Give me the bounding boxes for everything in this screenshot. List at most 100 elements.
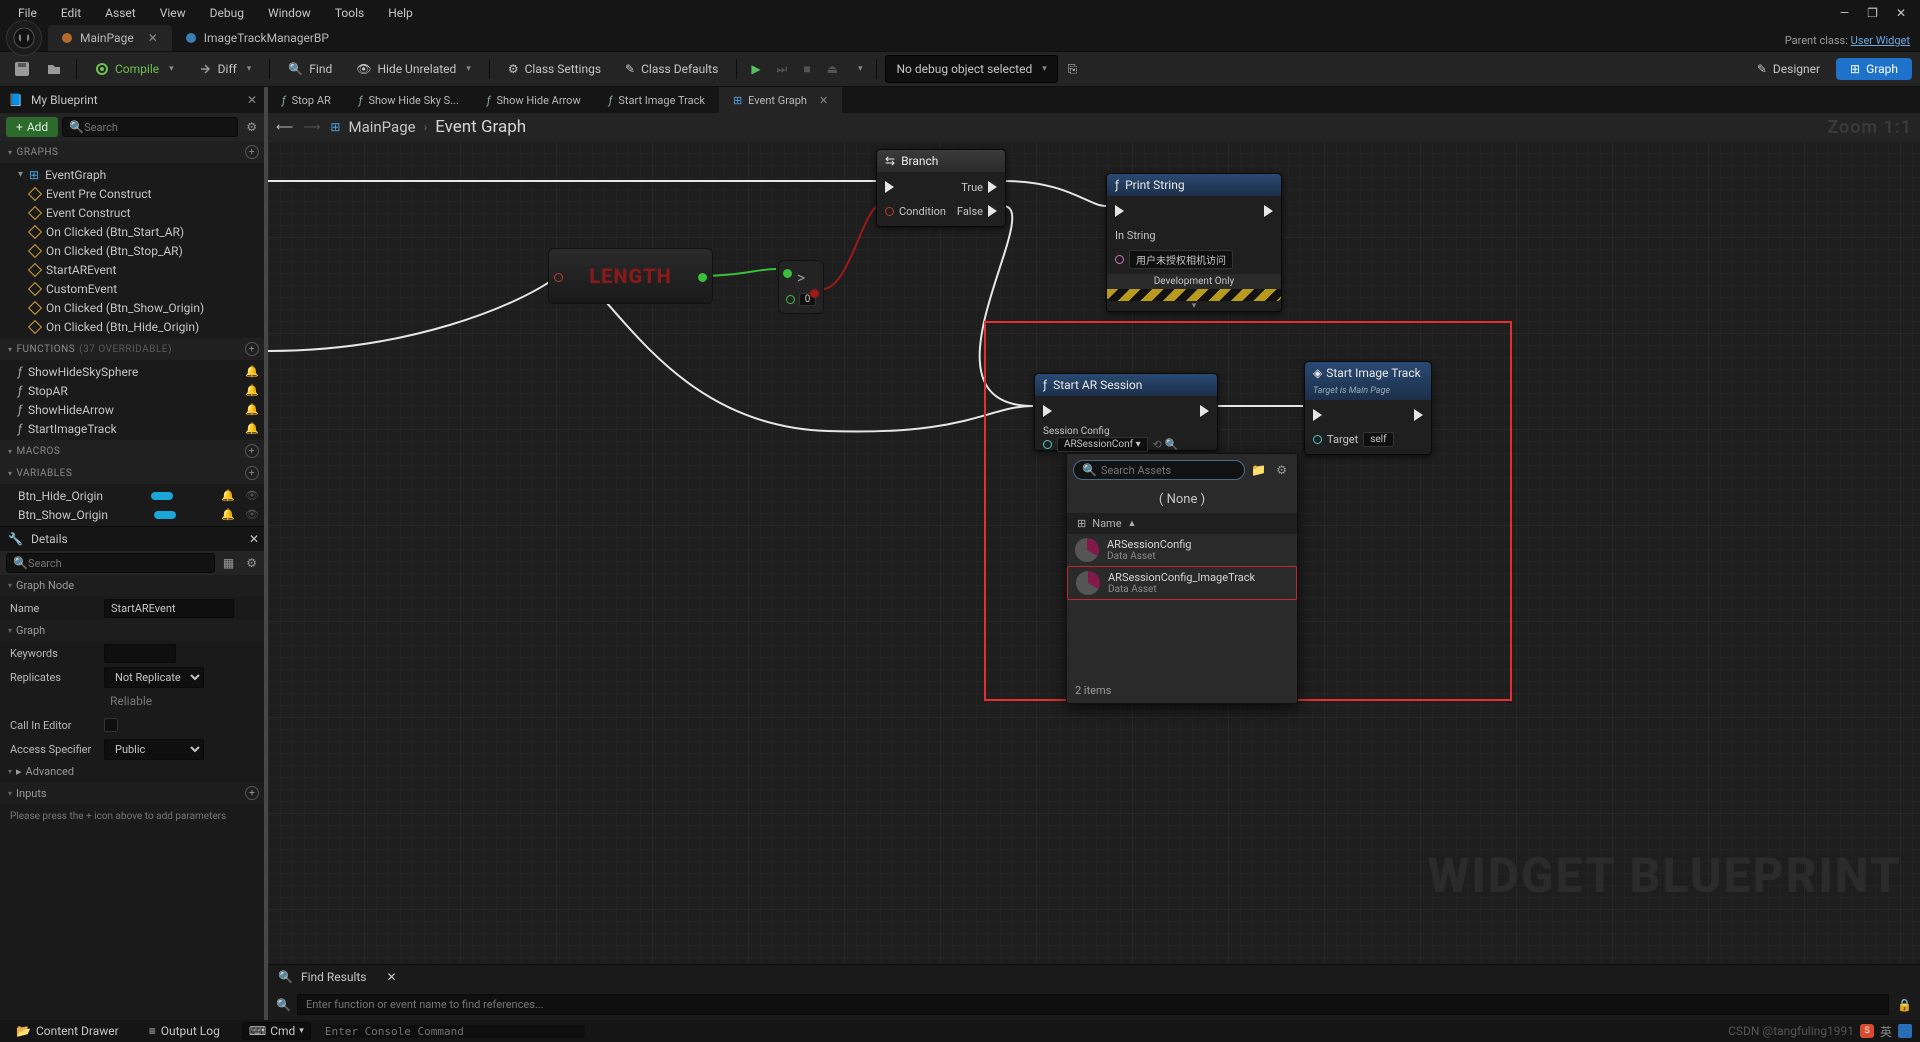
- menu-view[interactable]: View: [148, 2, 198, 24]
- string-value[interactable]: 用户未授权相机访问: [1129, 250, 1233, 269]
- string-pin[interactable]: [1115, 255, 1124, 264]
- play-options[interactable]: [848, 55, 869, 83]
- bell-icon[interactable]: 🔔: [245, 422, 259, 435]
- exec-in-pin[interactable]: [1043, 405, 1052, 417]
- graph-tab[interactable]: ƒShow Hide Sky S...: [345, 87, 473, 113]
- add-graph-icon[interactable]: +: [245, 145, 259, 159]
- tree-var[interactable]: Btn_Hide_Origin🔔👁: [0, 486, 267, 505]
- gear-icon[interactable]: ⚙: [242, 554, 261, 572]
- browse-icon[interactable]: [40, 55, 68, 83]
- data-pin[interactable]: [783, 269, 792, 278]
- menu-debug[interactable]: Debug: [198, 2, 256, 24]
- node-start-image-track[interactable]: ◈Start Image Track Target is Main Page T…: [1304, 361, 1432, 455]
- exec-in-pin[interactable]: [1313, 409, 1322, 421]
- add-input-icon[interactable]: +: [245, 786, 259, 800]
- details-tab[interactable]: 🔧Details✕: [0, 527, 267, 551]
- maximize-icon[interactable]: ❐: [1867, 6, 1878, 20]
- menu-tools[interactable]: Tools: [323, 2, 376, 24]
- tree-fn[interactable]: ƒStopAR🔔: [0, 381, 267, 400]
- bell-icon[interactable]: 🔔: [245, 384, 259, 397]
- folder-icon[interactable]: 📁: [1251, 463, 1266, 477]
- session-config-value[interactable]: ARSessionConf ▾: [1057, 437, 1148, 452]
- graph-tab[interactable]: ƒShow Hide Arrow: [473, 87, 595, 113]
- node-start-ar-session[interactable]: ƒStart AR Session Session Config ARSessi…: [1034, 373, 1218, 451]
- graph-tab-eventgraph[interactable]: ⊞Event Graph✕: [719, 87, 842, 113]
- graph-tab[interactable]: ƒStop AR: [268, 87, 345, 113]
- tree-var[interactable]: Btn_Show_Origin🔔👁: [0, 505, 267, 524]
- section-macros[interactable]: MACROS+: [0, 440, 267, 462]
- grid-view-icon[interactable]: ▦: [219, 554, 238, 572]
- data-pin[interactable]: [698, 273, 707, 282]
- none-option[interactable]: ( None ): [1067, 486, 1297, 513]
- menu-window[interactable]: Window: [256, 2, 323, 24]
- bell-icon[interactable]: 🔔: [245, 365, 259, 378]
- eye-icon[interactable]: 👁: [245, 508, 259, 521]
- tree-event[interactable]: StartAREvent: [0, 260, 267, 279]
- group-graphnode[interactable]: Graph Node: [0, 575, 267, 596]
- content-drawer-button[interactable]: 📂Content Drawer: [8, 1022, 127, 1040]
- close-panel-icon[interactable]: ✕: [249, 532, 259, 546]
- gear-icon[interactable]: ⚙: [1272, 461, 1291, 479]
- group-graph[interactable]: Graph: [0, 620, 267, 641]
- designer-button[interactable]: ✎Designer: [1747, 55, 1830, 83]
- find-results-tab[interactable]: Find Results: [301, 970, 367, 984]
- tree-event[interactable]: CustomEvent: [0, 279, 267, 298]
- exec-out-pin[interactable]: [1414, 409, 1423, 421]
- prop-replicates-select[interactable]: Not Replicated: [104, 667, 204, 688]
- bell-icon[interactable]: 🔔: [221, 508, 235, 521]
- minimize-icon[interactable]: —: [1840, 6, 1849, 20]
- graph-canvas[interactable]: ⇆Branch True ConditionFalse ƒPrint Strin…: [268, 141, 1920, 964]
- cmd-dropdown[interactable]: ⌨Cmd▾: [242, 1022, 311, 1040]
- doc-tab-imagetrack[interactable]: ImageTrackManagerBP: [172, 25, 343, 51]
- parent-class-link[interactable]: User Widget: [1851, 34, 1910, 47]
- tree-event[interactable]: Event Pre Construct: [0, 184, 267, 203]
- group-inputs[interactable]: Inputs+: [0, 782, 267, 804]
- tree-event[interactable]: On Clicked (Btn_Stop_AR): [0, 241, 267, 260]
- exec-out-pin[interactable]: [1200, 405, 1209, 417]
- menu-edit[interactable]: Edit: [49, 2, 93, 24]
- console-input[interactable]: [325, 1025, 585, 1038]
- object-pin[interactable]: [1043, 440, 1052, 449]
- prop-keywords-input[interactable]: [104, 644, 176, 663]
- exec-in-pin[interactable]: [1115, 205, 1124, 217]
- tray-icon[interactable]: [1898, 1024, 1912, 1038]
- close-panel-icon[interactable]: ✕: [386, 970, 396, 984]
- class-settings-button[interactable]: ⚙Class Settings: [498, 55, 611, 83]
- node-greater-than[interactable]: > 0: [778, 260, 824, 314]
- graph-button[interactable]: ⊞Graph: [1836, 58, 1912, 80]
- add-button[interactable]: +Add: [6, 117, 58, 137]
- section-graphs[interactable]: GRAPHS+: [0, 141, 267, 163]
- exec-out-pin[interactable]: [1264, 205, 1273, 217]
- exec-out-pin[interactable]: [988, 205, 997, 217]
- asset-item[interactable]: ARSessionConfigData Asset: [1067, 534, 1297, 566]
- doc-tab-mainpage[interactable]: MainPage ✕: [48, 25, 172, 51]
- prop-access-select[interactable]: Public: [104, 739, 204, 760]
- class-defaults-button[interactable]: ✎Class Defaults: [615, 55, 728, 83]
- exec-out-pin[interactable]: [988, 181, 997, 193]
- nav-back-icon[interactable]: ⟵: [276, 120, 293, 134]
- find-scope-icon[interactable]: 🔒: [1897, 998, 1912, 1012]
- save-icon[interactable]: [8, 55, 36, 83]
- add-function-icon[interactable]: +: [245, 342, 259, 356]
- add-macro-icon[interactable]: +: [245, 444, 259, 458]
- breadcrumb-sub[interactable]: Event Graph: [435, 117, 526, 137]
- tree-fn[interactable]: ƒShowHideSkySphere🔔: [0, 362, 267, 381]
- tree-fn[interactable]: ƒStartImageTrack🔔: [0, 419, 267, 438]
- close-panel-icon[interactable]: ✕: [247, 93, 257, 107]
- close-tab-icon[interactable]: ✕: [148, 31, 158, 45]
- ime-icon[interactable]: S: [1860, 1024, 1874, 1038]
- stop-button[interactable]: ■: [797, 55, 816, 83]
- find-button[interactable]: 🔍Find: [278, 55, 342, 83]
- eject-button[interactable]: ⏏: [821, 55, 844, 83]
- compile-button[interactable]: Compile: [85, 55, 184, 83]
- close-icon[interactable]: ✕: [1896, 6, 1906, 20]
- node-branch[interactable]: ⇆Branch True ConditionFalse: [876, 149, 1006, 227]
- data-pin[interactable]: [786, 295, 795, 304]
- prop-callineditor-checkbox[interactable]: [104, 718, 118, 732]
- node-print-string[interactable]: ƒPrint String In String 用户未授权相机访问 Develo…: [1106, 173, 1282, 312]
- data-pin[interactable]: [810, 289, 819, 298]
- bool-pin[interactable]: [885, 207, 894, 216]
- output-log-button[interactable]: ≡Output Log: [141, 1022, 228, 1040]
- tree-event[interactable]: On Clicked (Btn_Start_AR): [0, 222, 267, 241]
- exec-in-pin[interactable]: [885, 181, 894, 193]
